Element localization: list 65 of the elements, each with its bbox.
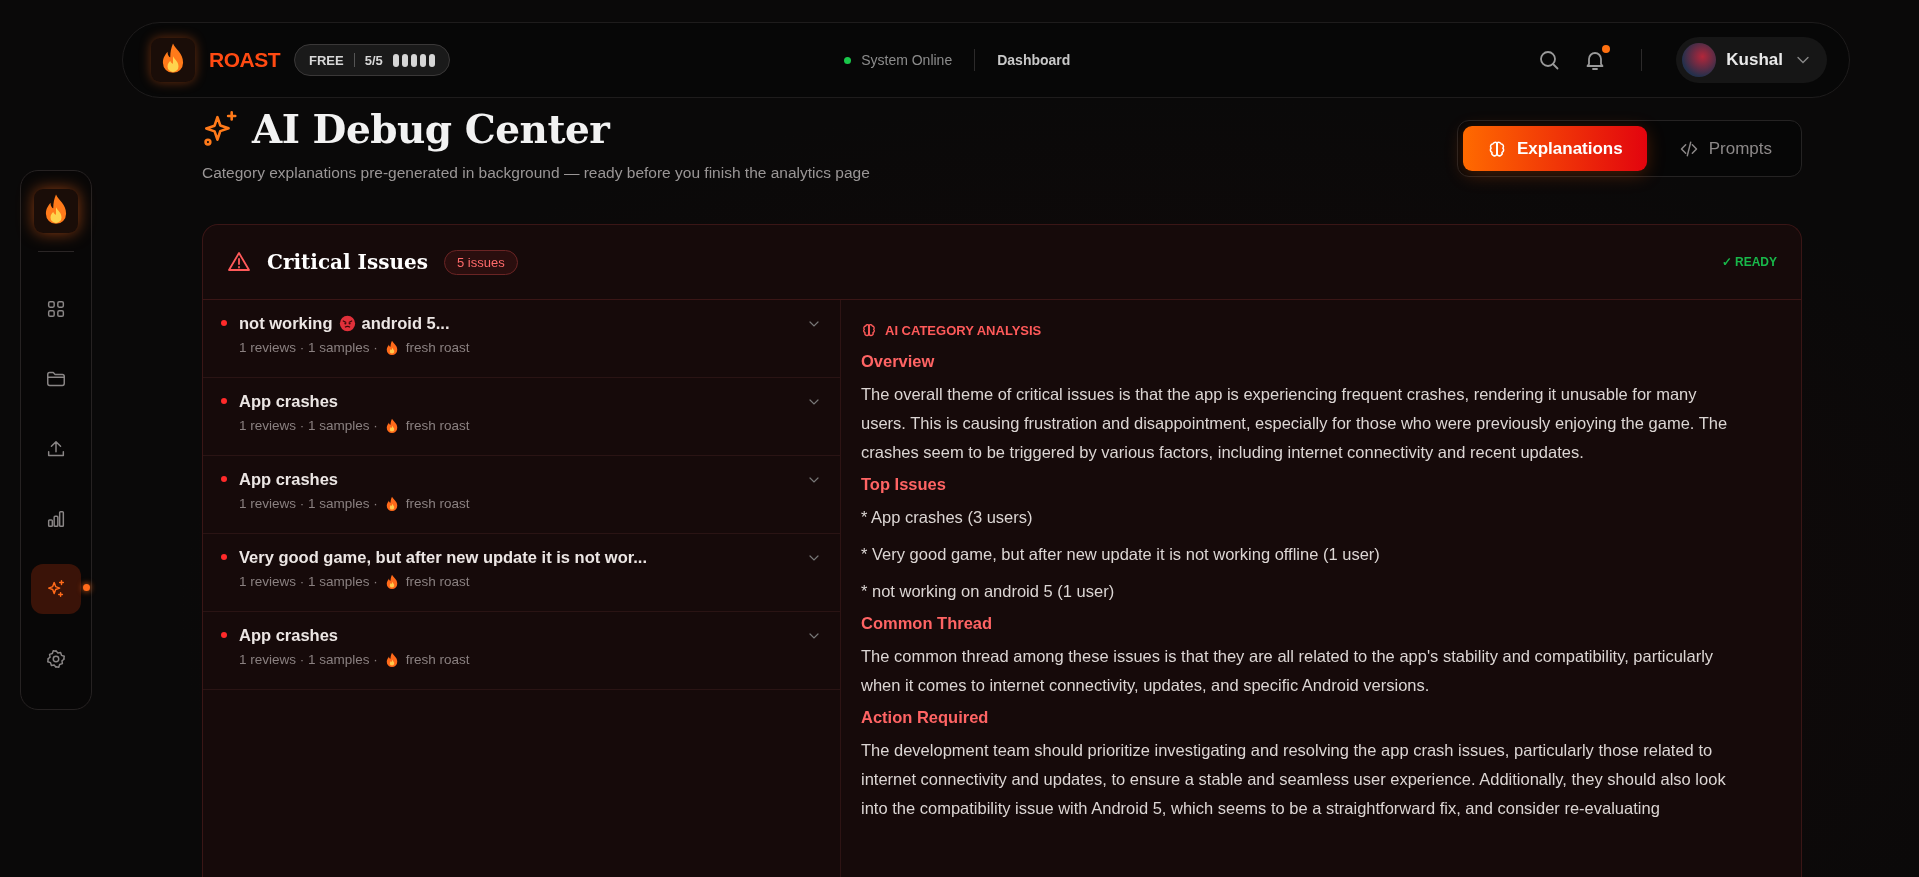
angry-face-icon bbox=[338, 315, 356, 332]
page-subtitle: Category explanations pre-generated in background — ready before you finish the analytics page bbox=[202, 164, 870, 182]
flame-icon bbox=[385, 574, 398, 589]
settings-icon bbox=[45, 648, 67, 670]
issue-item[interactable]: App crashes 1 reviews · 1 samples · fresh roast bbox=[203, 378, 840, 456]
plan-label: FREE bbox=[309, 52, 344, 68]
card-title: Critical Issues bbox=[267, 250, 428, 274]
page-title: AI Debug Center bbox=[252, 106, 610, 152]
status-label: System Online bbox=[861, 52, 953, 68]
section-heading: Overview bbox=[861, 352, 936, 371]
issue-title: Very good game, but after new update it is not wor... bbox=[239, 548, 648, 567]
bullet-dot bbox=[221, 398, 227, 404]
issue-item[interactable]: App crashes 1 reviews · 1 samples · fresh roast bbox=[203, 456, 840, 534]
flame-icon bbox=[385, 652, 398, 667]
issue-item[interactable]: Very good game, but after new update it is not wor... 1 reviews · 1 samples · fresh roast bbox=[203, 534, 840, 612]
analysis-label: AI CATEGORY ANALYSIS bbox=[885, 322, 1042, 338]
issue-title: App crashes bbox=[239, 392, 340, 411]
bullet-dot bbox=[221, 476, 227, 482]
flame-icon bbox=[385, 496, 398, 511]
analysis-paragraph: The development team should prioritize investigating and resolving the app crash issues, particularly those related to internet connectivity and updates, to ensure a stable and seamless user experience. Additionally, they should also look into the compatibility issue with Android 5, which seems to be a straightforward fix, and consider re-evaluating bbox=[861, 740, 1727, 819]
analysis-paragraph: The common thread among these issues is that they are all related to the app's stability and compatibility, particularly when it comes to internet connectivity, updates, and specific Android versions. bbox=[861, 646, 1715, 696]
section-heading: Top Issues bbox=[861, 475, 947, 494]
issue-count-badge: 5 issues bbox=[444, 249, 518, 275]
issue-tag: fresh roast bbox=[405, 574, 470, 589]
brain-icon bbox=[861, 322, 877, 338]
issue-meta: 1 reviews · 1 samples · bbox=[239, 574, 378, 589]
flame-icon bbox=[385, 340, 398, 355]
issue-tag: fresh roast bbox=[405, 496, 470, 511]
issue-meta: 1 reviews · 1 samples · bbox=[239, 496, 378, 511]
issue-tag: fresh roast bbox=[405, 652, 470, 667]
issue-title: App crashes bbox=[239, 626, 340, 645]
issue-meta: 1 reviews · 1 samples · bbox=[239, 418, 378, 433]
issue-tag: fresh roast bbox=[405, 340, 470, 355]
flame-logo-icon bbox=[151, 38, 195, 82]
bullet-dot bbox=[221, 554, 227, 560]
dashboard-link[interactable]: Dashboard bbox=[997, 52, 1071, 68]
issue-title: App crashes bbox=[239, 470, 340, 489]
brand-name: ROAST bbox=[209, 48, 280, 72]
analysis-paragraph: The overall theme of critical issues is that the app is experiencing frequent crashes, rendering it unusable for many users. This is causing frustration and disappointment, especially for those who were previously enjoying the game. The crashes seem to be triggered by various factors, including internet connectivity and recent updates. bbox=[861, 384, 1729, 463]
flame-icon bbox=[385, 418, 398, 433]
issue-tag: fresh roast bbox=[405, 418, 470, 433]
section-heading: Action Required bbox=[861, 708, 990, 727]
ready-status: ✓ READY bbox=[1721, 255, 1777, 269]
active-indicator-dot bbox=[83, 584, 90, 591]
issue-meta: 1 reviews · 1 samples · bbox=[239, 652, 378, 667]
user-menu[interactable]: Kushal bbox=[1676, 37, 1827, 83]
bullet-dot bbox=[221, 320, 227, 326]
flame-logo-icon bbox=[34, 189, 78, 233]
analysis-paragraph: * Very good game, but after new update it is not working offline (1 user) bbox=[861, 544, 1381, 565]
usage-count: 5/5 bbox=[364, 52, 383, 68]
warning-icon bbox=[227, 250, 251, 274]
issue-title: not working android 5... bbox=[239, 314, 451, 333]
grid-icon bbox=[45, 298, 67, 320]
avatar bbox=[1682, 43, 1717, 77]
analysis-paragraph: * App crashes (3 users) bbox=[861, 507, 1034, 528]
view-tab[interactable]: Prompts bbox=[1654, 126, 1796, 171]
bullet-dot bbox=[221, 632, 227, 638]
analysis-paragraph: * not working on android 5 (1 user) bbox=[861, 581, 1116, 602]
issue-item[interactable]: App crashes 1 reviews · 1 samples · fresh roast bbox=[203, 612, 840, 690]
issue-meta: 1 reviews · 1 samples · bbox=[239, 340, 378, 355]
sparkle-icon bbox=[45, 578, 67, 600]
view-tab[interactable]: Explanations bbox=[1462, 126, 1647, 171]
issue-item[interactable]: not working android 5... 1 reviews · 1 samples · fresh roast bbox=[203, 300, 840, 378]
section-heading: Common Thread bbox=[861, 614, 994, 633]
bar-chart-icon bbox=[45, 508, 67, 530]
